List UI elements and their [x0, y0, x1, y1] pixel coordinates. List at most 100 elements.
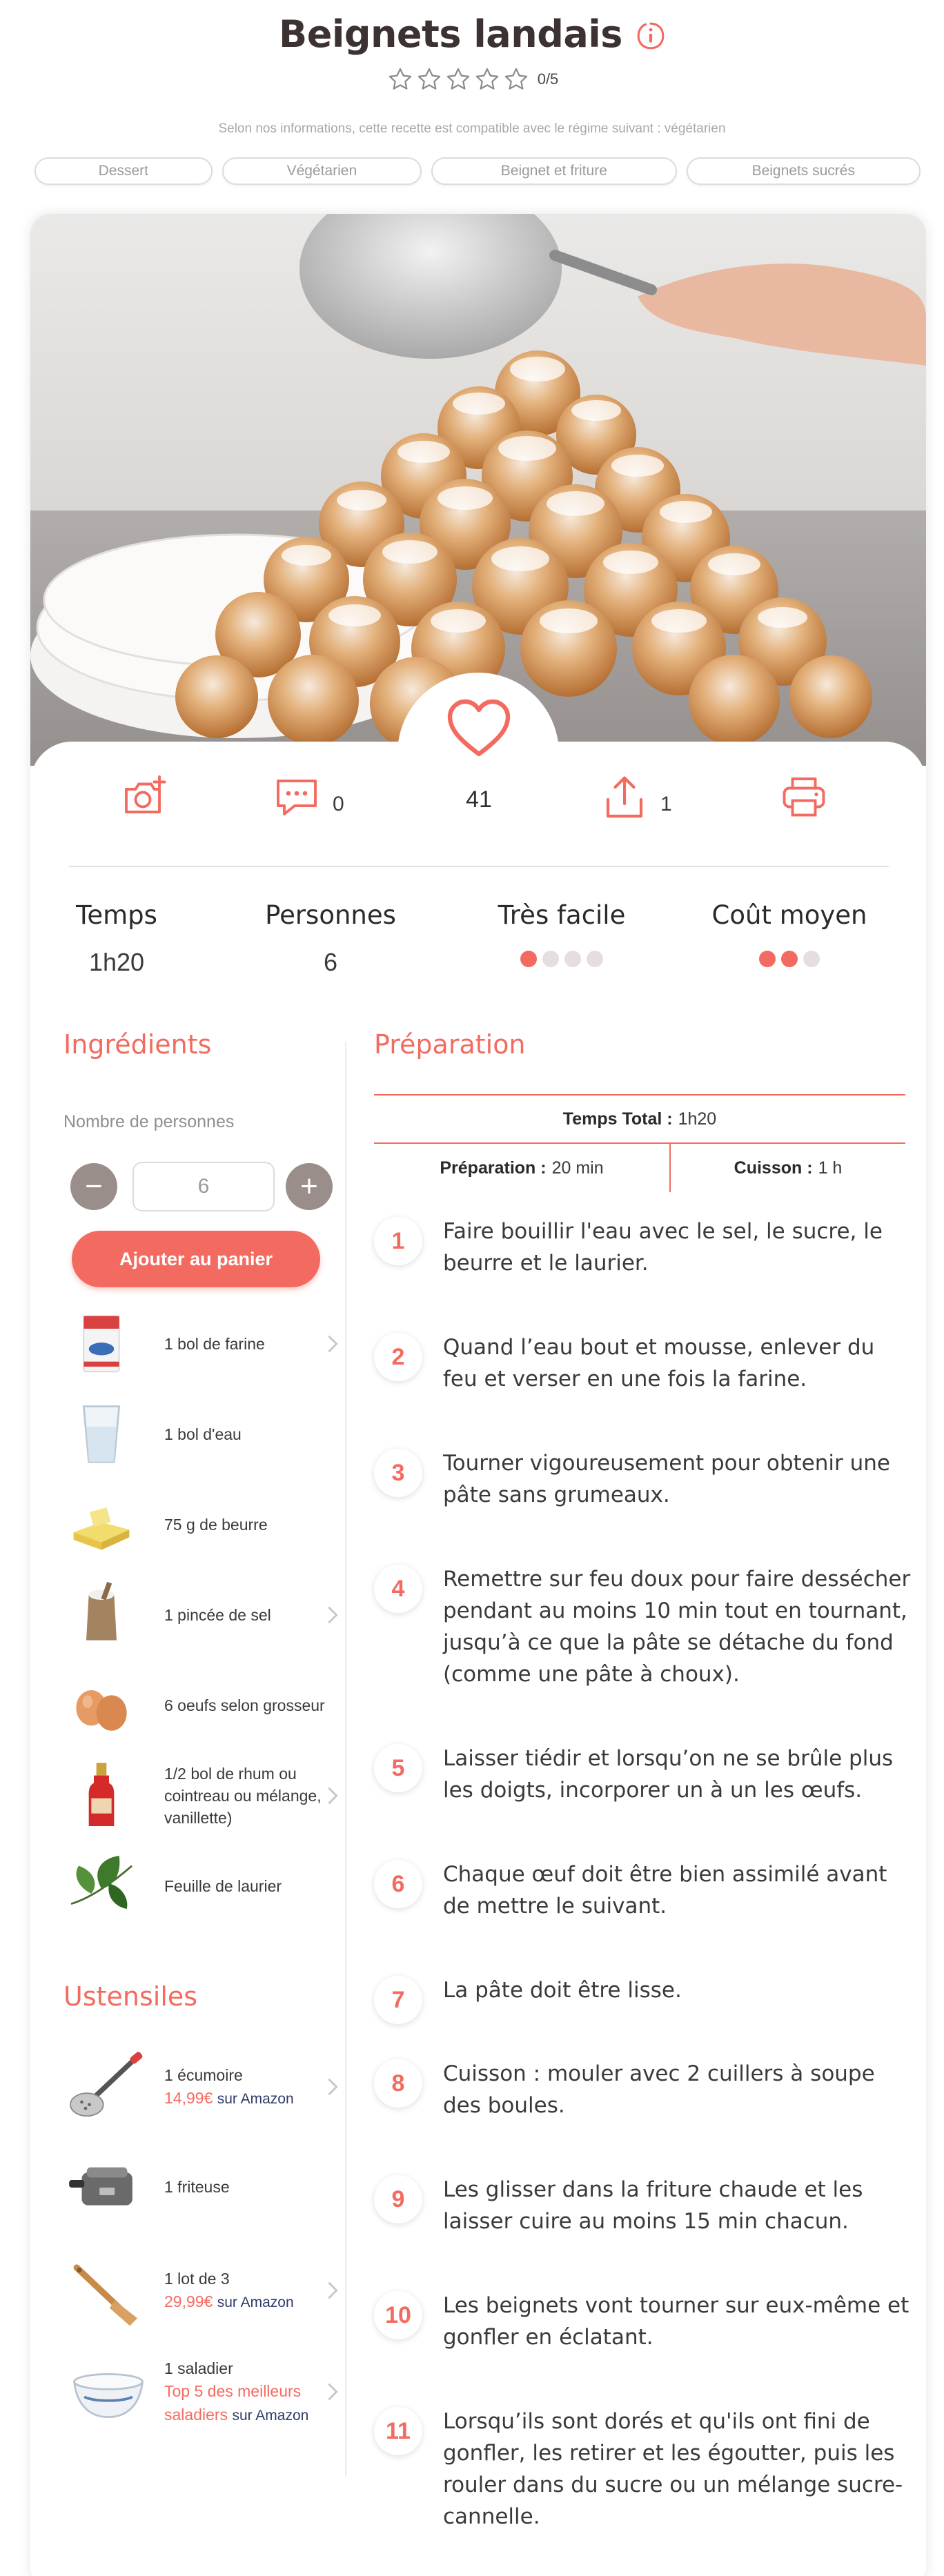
ingredient-item: 1 bol d'eau	[63, 1396, 340, 1472]
utensil-item[interactable]: 1 écumoire 14,99€ sur Amazon	[63, 2049, 340, 2125]
stat-time-label: Temps	[76, 900, 157, 930]
step-text: Laisser tiédir et lorsqu’on ne se brûle …	[443, 1746, 894, 1803]
utensil-name: 1 écumoire	[164, 2065, 243, 2084]
level-dot	[587, 951, 603, 967]
utensil-item[interactable]: 1 saladier Top 5 des meilleurs saladiers…	[63, 2354, 340, 2430]
step-item: 7 La pâte doit être lisse.	[374, 1976, 919, 2024]
star-icon[interactable]	[387, 66, 413, 92]
step-text: Quand l’eau bout et mousse, enlever du f…	[443, 1335, 875, 1391]
shares-count: 1	[660, 793, 672, 815]
printer-icon	[783, 777, 825, 817]
increase-button[interactable]: +	[286, 1163, 333, 1210]
total-time: Temps Total : 1h20	[374, 1094, 905, 1144]
step-item: 1 Faire bouillir l'eau avec le sel, le su…	[374, 1217, 919, 1279]
ingredient-text: 1 bol d'eau	[164, 1425, 242, 1443]
ingredient-item[interactable]: 1 bol de farine	[63, 1306, 340, 1382]
level-dot	[520, 951, 537, 967]
star-icon[interactable]	[503, 66, 529, 92]
step-item: 3 Tourner vigoureusement pour obtenir une…	[374, 1449, 919, 1511]
utensil-item[interactable]: 1 lot de 3 29,99€ sur Amazon	[63, 2252, 340, 2328]
utensil-name: 1 saladier	[164, 2359, 233, 2377]
tag-dessert[interactable]: Dessert	[35, 157, 213, 185]
step-text: Lorsqu’ils sont dorés et qu'ils ont fini…	[443, 2409, 903, 2529]
utensil-name: 1 lot de 3	[164, 2269, 230, 2288]
rating-row[interactable]: 0/5	[0, 66, 944, 92]
utensil-name: 1 friteuse	[164, 2178, 230, 2197]
decrease-button[interactable]: −	[70, 1163, 117, 1210]
ingredient-text: Feuille de laurier	[164, 1876, 282, 1895]
ingredient-item[interactable]: 1 pincée de sel	[63, 1577, 340, 1653]
star-icon[interactable]	[416, 66, 442, 92]
flour-icon	[63, 1306, 139, 1382]
stat-difficulty: Très facile	[472, 900, 651, 967]
title-row: Beignets landais	[0, 12, 944, 56]
amazon-link[interactable]: sur Amazon	[232, 2408, 308, 2424]
step-text: Tourner vigoureusement pour obtenir une …	[443, 1451, 890, 1507]
persons-label: Nombre de personnes	[63, 1112, 235, 1131]
cook-time: Cuisson : 1 h	[671, 1144, 905, 1192]
step-number: 1	[374, 1217, 422, 1265]
step-number: 8	[374, 2059, 422, 2108]
ingredient-text: 75 g de beurre	[164, 1515, 268, 1534]
step-number: 11	[374, 2407, 422, 2455]
level-dot	[803, 951, 820, 967]
prep-time-value: 20 min	[551, 1158, 604, 1178]
stat-cost-label: Coût moyen	[711, 900, 867, 930]
amazon-link[interactable]: sur Amazon	[217, 2295, 294, 2310]
cook-time-label: Cuisson :	[734, 1158, 813, 1178]
step-item: 9 Les glisser dans la friture chaude et l…	[374, 2175, 919, 2237]
info-icon[interactable]	[636, 21, 665, 50]
diet-compat-note: Selon nos informations, cette recette es…	[218, 121, 726, 136]
step-text: Faire bouillir l'eau avec le sel, le suc…	[443, 1219, 883, 1276]
chevron-right-icon	[328, 1606, 338, 1624]
share-button[interactable]: 1	[600, 773, 672, 822]
time-summary: Temps Total : 1h20 Préparation : 20 min …	[374, 1094, 905, 1192]
utensil-price[interactable]: 29,99€	[164, 2292, 213, 2310]
fryer-icon	[63, 2150, 153, 2226]
comments-count: 0	[333, 793, 344, 815]
ingredient-item[interactable]: 1/2 bol de rhum ou cointreau ou mélange,…	[63, 1758, 340, 1834]
step-item: 4 Remettre sur feu doux pour faire desséc…	[374, 1565, 919, 1690]
level-dot	[781, 951, 798, 967]
tag-beignets-sucres[interactable]: Beignets sucrés	[686, 157, 921, 185]
print-button[interactable]	[779, 773, 829, 822]
amazon-link[interactable]: sur Amazon	[217, 2091, 294, 2107]
comments-button[interactable]: 0	[272, 773, 344, 822]
total-time-label: Temps Total :	[562, 1109, 673, 1129]
preparation-title: Préparation	[374, 1029, 526, 1060]
utensil-text: 1 lot de 3 29,99€ sur Amazon	[164, 2268, 330, 2314]
star-icon[interactable]	[474, 66, 500, 92]
bowl-icon	[63, 2354, 153, 2430]
cook-time-value: 1 h	[818, 1158, 843, 1178]
step-number: 3	[374, 1449, 422, 1497]
camera-plus-icon	[125, 775, 166, 813]
persons-input[interactable]: 6	[132, 1162, 275, 1211]
chevron-right-icon	[328, 1335, 338, 1353]
utensils-title: Ustensiles	[63, 1981, 198, 2012]
column-divider	[345, 1042, 346, 2477]
add-photo-button[interactable]	[120, 773, 170, 822]
utensil-price[interactable]: 14,99€	[164, 2089, 213, 2107]
step-number: 10	[374, 2291, 422, 2339]
comment-icon	[277, 780, 317, 815]
step-text: Chaque œuf doit être bien assimilé avant…	[443, 1862, 887, 1919]
stat-time-value: 1h20	[88, 948, 145, 976]
difficulty-dots	[472, 951, 651, 967]
add-to-cart-button[interactable]: Ajouter au panier	[72, 1231, 320, 1287]
heart-icon[interactable]	[446, 697, 512, 759]
chevron-right-icon	[328, 1787, 338, 1805]
prep-time: Préparation : 20 min	[374, 1144, 671, 1192]
stat-cost: Coût moyen	[700, 900, 879, 967]
step-number: 4	[374, 1565, 422, 1613]
step-text: Cuisson : mouler avec 2 cuillers à soupe…	[443, 2061, 875, 2118]
tag-vegetarien[interactable]: Végétarien	[222, 157, 422, 185]
step-number: 5	[374, 1744, 422, 1792]
ingredient-text: 1/2 bol de rhum ou cointreau ou mélange,…	[164, 1764, 322, 1827]
step-number: 9	[374, 2175, 422, 2223]
divider	[69, 866, 889, 867]
ingredient-item: Feuille de laurier	[63, 1848, 340, 1924]
water-glass-icon	[63, 1396, 139, 1472]
star-icon[interactable]	[445, 66, 471, 92]
tag-beignet-friture[interactable]: Beignet et friture	[431, 157, 677, 185]
stat-difficulty-label: Très facile	[498, 900, 626, 930]
